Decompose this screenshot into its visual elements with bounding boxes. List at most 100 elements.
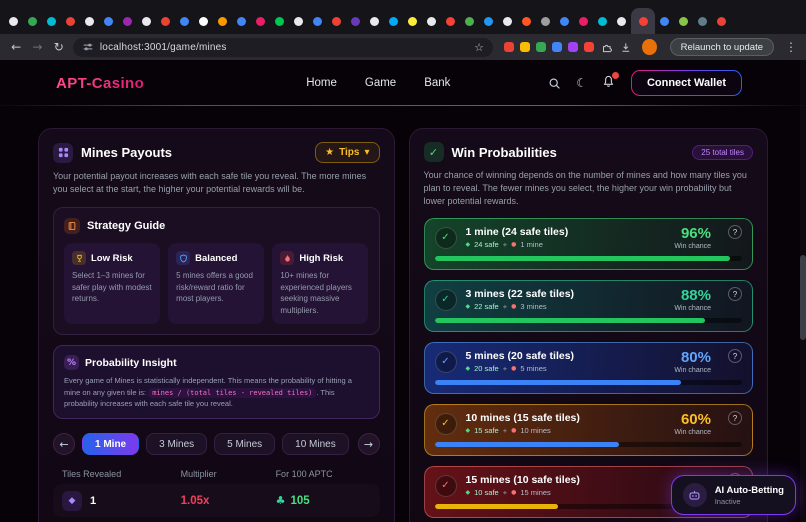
mine-icon: ●: [511, 365, 516, 372]
browser-tab[interactable]: [289, 8, 308, 34]
theme-toggle-icon[interactable]: ☾: [576, 76, 587, 90]
browser-tab[interactable]: [536, 8, 555, 34]
forward-button[interactable]: →: [30, 40, 44, 54]
browser-tab[interactable]: [80, 8, 99, 34]
browser-tab[interactable]: [232, 8, 251, 34]
help-icon[interactable]: ?: [728, 225, 742, 239]
browser-tab[interactable]: [42, 8, 61, 34]
profile-avatar[interactable]: [642, 39, 656, 55]
tab-favicon: [275, 17, 284, 26]
reload-button[interactable]: ↻: [52, 40, 66, 54]
strategy-card-balanced: Balanced 5 mines offers a good risk/rewa…: [168, 243, 264, 324]
site-logo[interactable]: APT-Casino: [56, 75, 144, 92]
browser-tab[interactable]: [308, 8, 327, 34]
extension-icon[interactable]: [504, 42, 514, 52]
tab-10-mines[interactable]: 10 Mines: [282, 433, 349, 455]
tab-favicon: [218, 17, 227, 26]
browser-tab[interactable]: [327, 8, 346, 34]
browser-tab[interactable]: [403, 8, 422, 34]
tab-3-mines[interactable]: 3 Mines: [146, 433, 207, 455]
browser-tab[interactable]: [251, 8, 270, 34]
browser-tab[interactable]: [175, 8, 194, 34]
browser-tab[interactable]: [118, 8, 137, 34]
browser-tab[interactable]: [422, 8, 441, 34]
tabs-scroll-left-button[interactable]: ←: [53, 433, 75, 455]
nav-home[interactable]: Home: [306, 77, 337, 89]
browser-tab[interactable]: [498, 8, 517, 34]
check-target-icon: ✓: [424, 142, 444, 162]
browser-tab[interactable]: [517, 8, 536, 34]
tabs-scroll-right-button[interactable]: →: [358, 433, 380, 455]
browser-tab[interactable]: [270, 8, 289, 34]
scrollbar-thumb[interactable]: [800, 255, 806, 340]
mine-icon: ●: [511, 303, 516, 310]
back-button[interactable]: ←: [9, 40, 23, 54]
site-settings-icon[interactable]: [82, 41, 94, 53]
connect-wallet-button[interactable]: Connect Wallet: [631, 70, 742, 96]
tab-favicon: [465, 17, 474, 26]
browser-tab[interactable]: [365, 8, 384, 34]
browser-tab[interactable]: [631, 8, 655, 34]
mine-count: 3 mines: [520, 302, 546, 311]
search-icon[interactable]: [548, 77, 561, 90]
browser-tab[interactable]: [655, 8, 674, 34]
ai-auto-betting-widget[interactable]: AI Auto-Betting Inactive: [671, 475, 796, 515]
browser-tab[interactable]: [346, 8, 365, 34]
extension-icon[interactable]: [568, 42, 578, 52]
browser-tab[interactable]: [460, 8, 479, 34]
browser-tab[interactable]: [555, 8, 574, 34]
help-icon[interactable]: ?: [728, 411, 742, 425]
browser-tab[interactable]: [712, 8, 731, 34]
check-icon: ✓: [435, 475, 457, 497]
browser-tab[interactable]: [4, 8, 23, 34]
browser-tab[interactable]: [213, 8, 232, 34]
nav-game[interactable]: Game: [365, 77, 396, 89]
tab-favicon: [313, 17, 322, 26]
extension-icon[interactable]: [584, 42, 594, 52]
mine-icon: ●: [511, 489, 516, 496]
browser-tab[interactable]: [674, 8, 693, 34]
browser-tab[interactable]: [593, 8, 612, 34]
bookmark-star-icon[interactable]: ☆: [474, 41, 484, 54]
extension-icon[interactable]: [520, 42, 530, 52]
browser-tab[interactable]: [612, 8, 631, 34]
win-percent: 60%: [674, 411, 711, 428]
win-chance-label: Win chance: [674, 429, 711, 436]
extension-icon[interactable]: [536, 42, 546, 52]
tips-button[interactable]: ★ Tips ▾: [315, 142, 379, 163]
relaunch-to-update-button[interactable]: Relaunch to update: [670, 38, 774, 56]
browser-tab[interactable]: [693, 8, 712, 34]
download-icon[interactable]: [620, 41, 632, 54]
tab-1-mine[interactable]: 1 Mine: [82, 433, 139, 455]
browser-tab[interactable]: [99, 8, 118, 34]
safe-tile-icon: ◆: [466, 427, 471, 434]
browser-tab[interactable]: [156, 8, 175, 34]
grid-icon: [53, 143, 73, 163]
browser-tab[interactable]: [441, 8, 460, 34]
safe-tile-icon: ◆: [466, 303, 471, 310]
tab-favicon: [256, 17, 265, 26]
plus-sign: +: [503, 364, 507, 373]
tab-favicon: [522, 17, 531, 26]
payout-table-header: Tiles Revealed Multiplier For 100 APTC: [53, 469, 380, 479]
browser-tab[interactable]: [384, 8, 403, 34]
help-icon[interactable]: ?: [728, 349, 742, 363]
probability-insight: % Probability Insight Every game of Mine…: [53, 345, 380, 419]
address-bar[interactable]: localhost:3001/game/mines ☆: [73, 38, 493, 57]
notifications-bell-icon[interactable]: [602, 75, 615, 91]
total-tiles-badge: 25 total tiles: [692, 145, 753, 160]
browser-tab[interactable]: [137, 8, 156, 34]
browser-menu-icon[interactable]: ⋮: [785, 40, 797, 54]
extension-icon[interactable]: [552, 42, 562, 52]
browser-tab[interactable]: [479, 8, 498, 34]
browser-tab[interactable]: [194, 8, 213, 34]
browser-tab[interactable]: [61, 8, 80, 34]
tab-5-mines[interactable]: 5 Mines: [214, 433, 275, 455]
help-icon[interactable]: ?: [728, 287, 742, 301]
safe-count: 15 safe: [474, 426, 499, 435]
browser-tab[interactable]: [574, 8, 593, 34]
puzzle-extensions-icon[interactable]: [601, 41, 613, 54]
nav-bank[interactable]: Bank: [424, 77, 450, 89]
browser-tab[interactable]: [23, 8, 42, 34]
url-text[interactable]: localhost:3001/game/mines: [100, 42, 227, 53]
